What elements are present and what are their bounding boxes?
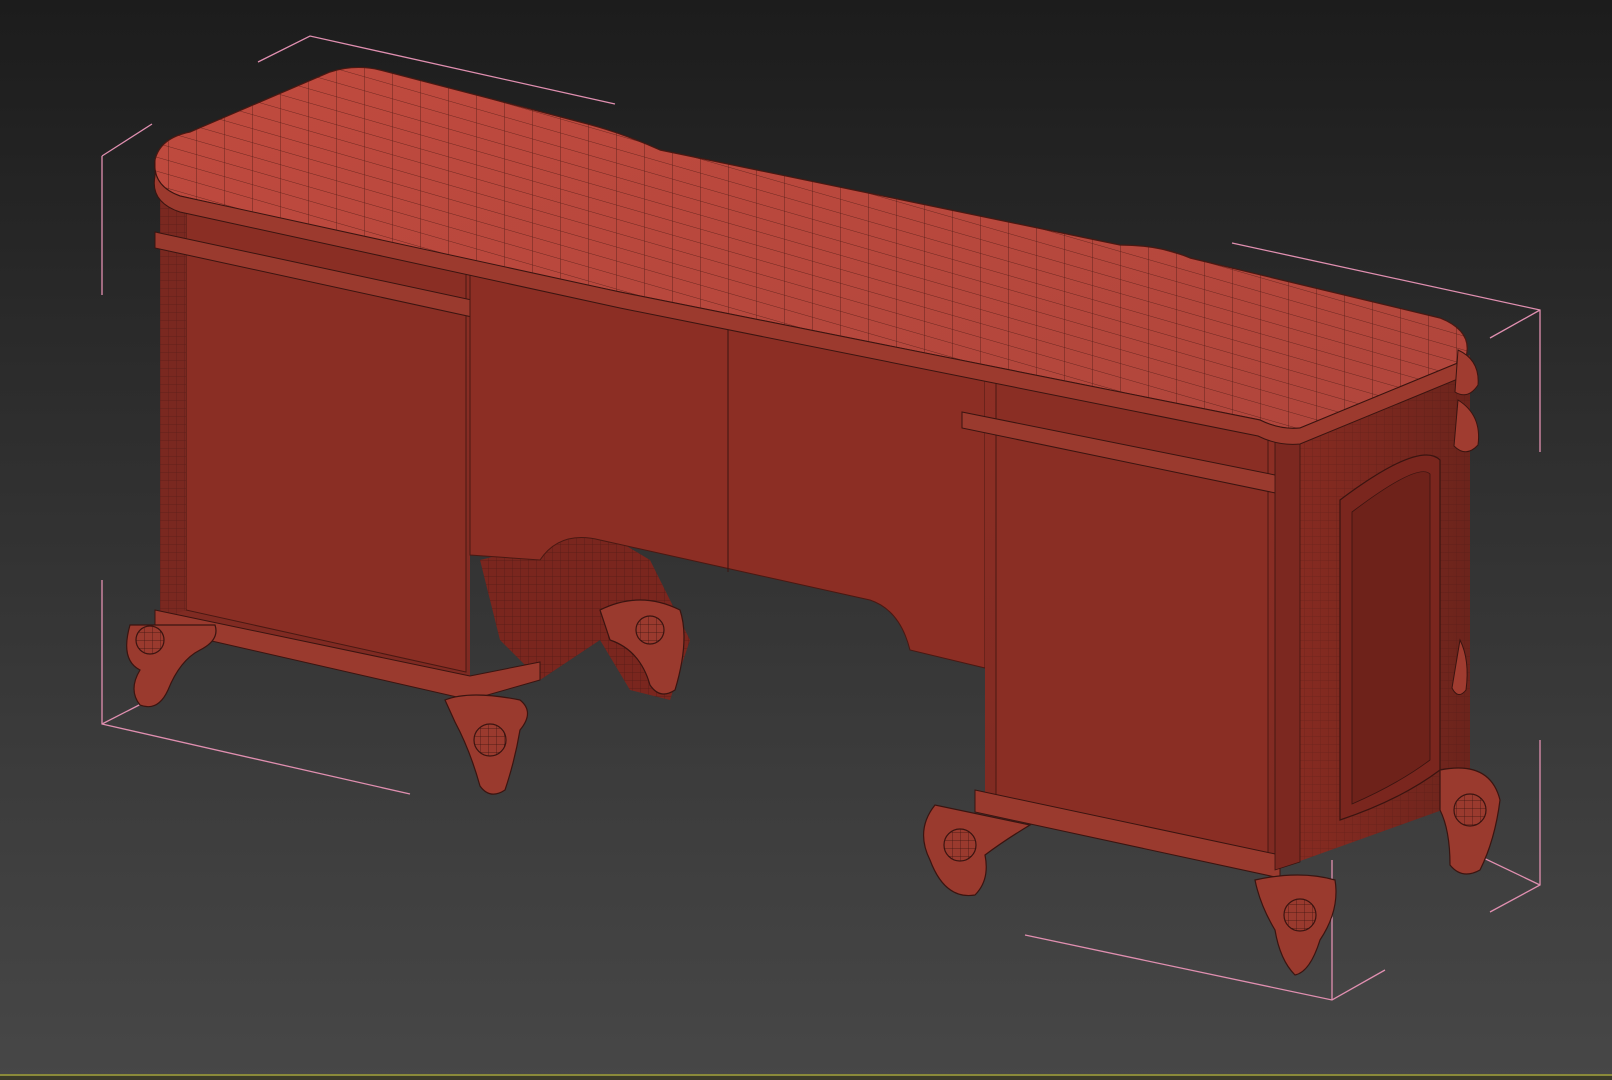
- viewport-scene[interactable]: [0, 0, 1612, 1080]
- 3d-viewport[interactable]: [0, 0, 1612, 1080]
- viewport-active-border: [0, 1074, 1612, 1080]
- right-pedestal: [961, 355, 1470, 879]
- leg-back-right: [1439, 767, 1501, 875]
- leg-front-right-b: [1254, 874, 1337, 976]
- leg-front-left: [126, 624, 217, 708]
- leg-front-mid: [444, 694, 529, 795]
